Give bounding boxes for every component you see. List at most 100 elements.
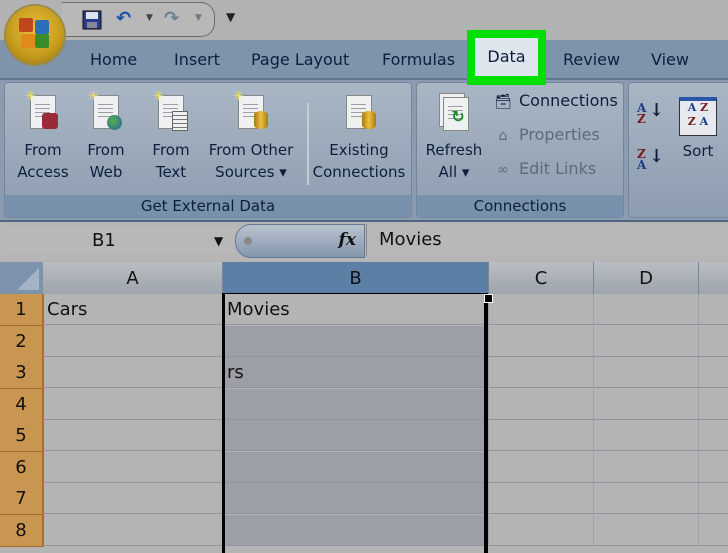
column-header-d[interactable]: D (594, 262, 699, 294)
cell-a3[interactable] (43, 357, 223, 388)
redo-dropdown-icon[interactable]: ▼ (195, 13, 202, 23)
cell-b3[interactable]: rs (223, 357, 489, 388)
cell-d7[interactable] (594, 483, 699, 514)
cell-e4[interactable] (699, 389, 728, 420)
cell-d3[interactable] (594, 357, 699, 388)
group-sort-filter: A Z ↓ Z A ↓ A ZZ A Sort (628, 82, 728, 218)
tab-insert[interactable]: Insert (174, 50, 220, 69)
row-header-6[interactable]: 6 (0, 451, 44, 484)
cell-e5[interactable] (699, 420, 728, 451)
tab-page-layout[interactable]: Page Layout (251, 50, 349, 69)
insert-function-icon[interactable]: fx (339, 230, 356, 250)
cell-a6[interactable] (43, 451, 223, 483)
cell-a1[interactable]: Cars (43, 294, 223, 325)
cell-c4[interactable] (489, 388, 594, 420)
refresh-all-button[interactable]: ↻ Refresh All ▾ (421, 93, 487, 183)
cell-c5[interactable] (489, 420, 594, 451)
tab-data-highlight: Data (467, 30, 546, 85)
connections-icon: 🗃 (494, 94, 512, 110)
cell-a8[interactable] (43, 514, 223, 546)
tab-home[interactable]: Home (90, 50, 137, 69)
cell-a4[interactable] (43, 388, 223, 420)
name-box-dropdown-icon[interactable]: ▼ (214, 234, 223, 248)
row-header-1[interactable]: 1 (0, 294, 44, 326)
cell-d2[interactable] (594, 325, 699, 357)
cell-e6[interactable] (699, 452, 728, 483)
cell-e1[interactable] (699, 294, 728, 325)
cell-e7[interactable] (699, 483, 728, 514)
column-header-b[interactable]: B (223, 262, 489, 294)
office-button[interactable] (6, 6, 64, 64)
row-header-4[interactable]: 4 (0, 388, 44, 421)
cell-c6[interactable] (489, 451, 594, 483)
tab-view[interactable]: View (651, 50, 689, 69)
cell-b8[interactable] (223, 514, 489, 546)
tab-review[interactable]: Review (563, 50, 620, 69)
save-icon[interactable] (82, 10, 102, 34)
row-header-3[interactable]: 3 (0, 357, 44, 389)
cell-e8[interactable] (699, 515, 728, 546)
connections-button[interactable]: 🗃 Connections (493, 91, 618, 112)
cell-b1[interactable]: Movies (223, 294, 489, 325)
text-file-icon: ✳ (152, 90, 190, 133)
sort-ascending-icon: AZ (637, 101, 647, 126)
cell-c2[interactable] (489, 325, 594, 357)
cell-c1[interactable] (489, 294, 594, 325)
row-header-2[interactable]: 2 (0, 325, 44, 358)
select-all-button[interactable] (0, 262, 43, 294)
column-header-e[interactable] (699, 262, 728, 294)
cell-d4[interactable] (594, 388, 699, 420)
existing-connections-icon (340, 93, 378, 133)
formula-tools: fx (235, 224, 365, 258)
from-other-sources-button[interactable]: ✳ From Other Sources ▾ (203, 90, 299, 183)
cell-a2[interactable] (43, 325, 223, 357)
formula-input[interactable]: Movies (366, 224, 728, 256)
row-header-5[interactable]: 5 (0, 420, 44, 452)
redo-icon[interactable]: ↷ (164, 10, 179, 28)
formula-content: Movies (379, 229, 442, 250)
cell-c8[interactable] (489, 514, 594, 546)
sort-z-to-a-button[interactable]: Z A ↓ (637, 148, 664, 172)
name-box[interactable]: B1 ▼ (2, 226, 234, 254)
sort-button[interactable]: A ZZ A Sort (673, 97, 723, 162)
undo-dropdown-icon[interactable]: ▼ (146, 13, 153, 23)
cell-b6[interactable] (223, 451, 489, 483)
cell-d6[interactable] (594, 451, 699, 483)
cell-d5[interactable] (594, 420, 699, 451)
cell-e2[interactable] (699, 326, 728, 357)
customize-qat-icon[interactable]: ▼ (226, 10, 235, 24)
resize-handle-icon[interactable] (244, 237, 252, 245)
cell-e3[interactable] (699, 357, 728, 388)
column-header-c[interactable]: C (489, 262, 594, 294)
tab-formulas[interactable]: Formulas (382, 50, 455, 69)
undo-icon[interactable]: ↶ (116, 10, 131, 28)
row-header-8[interactable]: 8 (0, 514, 44, 547)
from-text-button[interactable]: ✳ From Text (145, 90, 197, 183)
tab-data[interactable]: Data (475, 38, 538, 76)
cell-b7[interactable] (223, 483, 489, 514)
cell-d8[interactable] (594, 514, 699, 546)
from-access-button[interactable]: ✳ From Access (13, 90, 73, 183)
edit-links-button[interactable]: ∞ Edit Links (493, 159, 596, 180)
cell-b2[interactable] (223, 325, 489, 357)
cell-b5[interactable] (223, 420, 489, 451)
cell-d1[interactable] (594, 294, 699, 325)
group-connections: ↻ Refresh All ▾ 🗃 Connections ⌂ Properties… (416, 82, 624, 218)
fill-handle[interactable] (484, 294, 493, 303)
properties-button[interactable]: ⌂ Properties (493, 125, 600, 146)
group-label-connections: Connections (417, 195, 623, 217)
cell-a5[interactable] (43, 420, 223, 451)
row-header-7[interactable]: 7 (0, 483, 44, 515)
sort-a-to-z-button[interactable]: A Z ↓ (637, 101, 664, 126)
from-web-button[interactable]: ✳ From Web (79, 90, 133, 183)
existing-connections-button[interactable]: Existing Connections (309, 93, 409, 183)
cell-c3[interactable] (489, 357, 594, 388)
column-header-a[interactable]: A (43, 262, 223, 294)
group-get-external-data: ✳ From Access ✳ From Web ✳ From Text ✳ F… (4, 82, 412, 218)
cell-b4[interactable] (223, 388, 489, 420)
cell-a7[interactable] (43, 483, 223, 514)
ribbon: ✳ From Access ✳ From Web ✳ From Text ✳ F… (0, 80, 728, 220)
office-logo-icon (19, 18, 51, 50)
cell-c7[interactable] (489, 483, 594, 514)
sort-dialog-icon: A ZZ A (679, 97, 717, 136)
